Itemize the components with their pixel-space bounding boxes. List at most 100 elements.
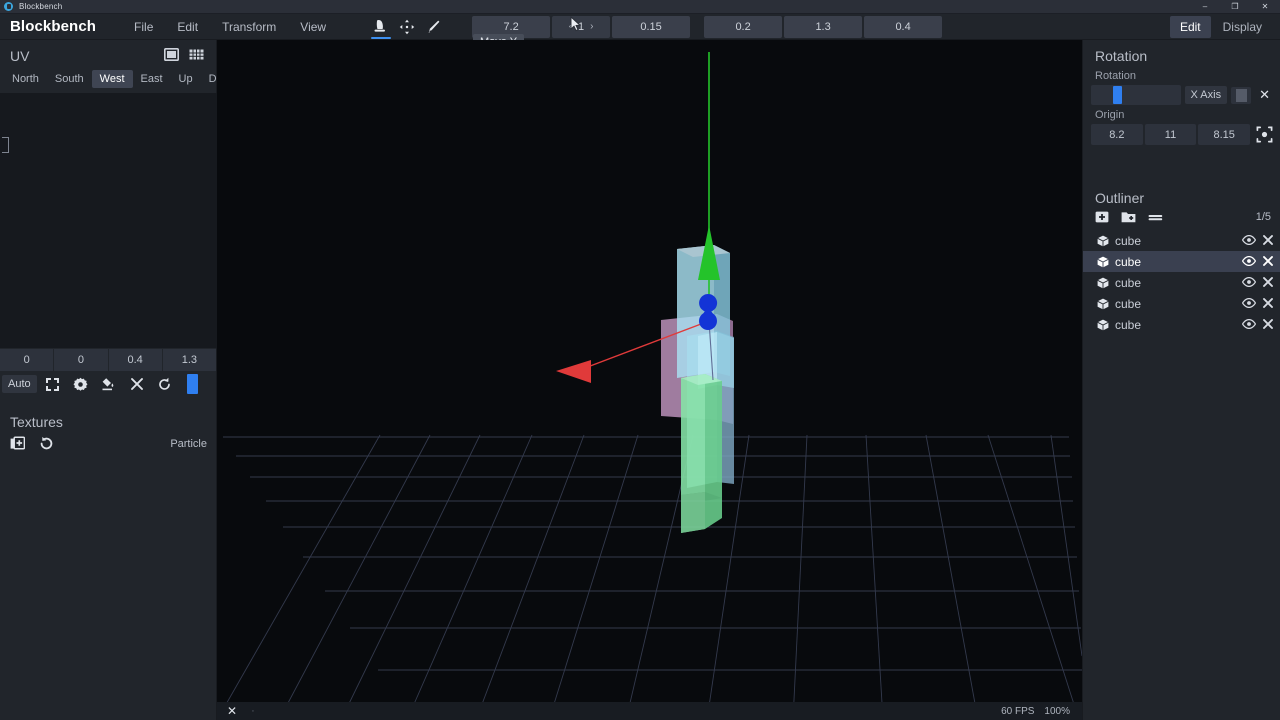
viewport-3d[interactable]: ✕ · 60 FPS 100%	[217, 40, 1082, 720]
outliner-item-2[interactable]: cube	[1083, 272, 1280, 293]
rotation-panel-title: Rotation	[1095, 48, 1148, 64]
uv-grid-icon[interactable]	[189, 48, 204, 61]
select-tool-icon[interactable]	[368, 14, 394, 40]
pivot-target-icon[interactable]	[1252, 126, 1276, 143]
uv-frame-icon[interactable]	[164, 47, 179, 61]
viewport-close-icon[interactable]: ✕	[227, 704, 237, 718]
clear-uv-icon[interactable]	[123, 372, 151, 396]
toolbar-frame-stepper[interactable]: ‹ 1 ›	[552, 15, 611, 38]
rotation-slider[interactable]	[1091, 85, 1181, 105]
cube-icon	[1097, 298, 1109, 310]
face-tab-up[interactable]: Up	[171, 70, 201, 88]
outliner-item-label: cube	[1115, 296, 1142, 311]
brush-tool-icon[interactable]	[420, 14, 446, 40]
toolbar-field-5[interactable]: 0.4	[864, 15, 943, 38]
face-tab-west[interactable]: West	[91, 70, 133, 88]
uv-canvas[interactable]	[0, 93, 217, 348]
fit-uv-icon[interactable]	[39, 372, 67, 396]
viewport-background	[217, 40, 1082, 720]
origin-label: Origin	[1095, 109, 1125, 121]
rotation-axis-button[interactable]: X Axis	[1184, 86, 1228, 104]
os-titlebar: Blockbench – ❐ ✕	[0, 0, 1280, 14]
os-window-title: Blockbench	[19, 2, 63, 11]
menubar: Blockbench File Edit Transform View 7.2 …	[0, 14, 1280, 40]
move-tool-icon[interactable]	[394, 14, 420, 40]
remove-x-icon[interactable]	[1263, 318, 1273, 332]
origin-field-y[interactable]: 11	[1144, 124, 1197, 145]
outliner-toolbar: 1/5	[1083, 208, 1280, 226]
close-button[interactable]: ✕	[1250, 0, 1280, 14]
uv-field-y2[interactable]: 1.3	[162, 349, 216, 371]
uv-coordinate-fields: 0 0 0.4 1.3	[0, 349, 217, 371]
textures-toolbar: Particle	[0, 434, 217, 451]
maximize-button[interactable]: ❐	[1220, 0, 1250, 14]
menu-item-file[interactable]: File	[122, 16, 165, 38]
toolbar-field-3[interactable]: 0.2	[704, 15, 783, 38]
visibility-eye-icon[interactable]	[1241, 297, 1257, 311]
rotation-clear-button[interactable]: ✕	[1255, 87, 1274, 103]
add-cube-icon[interactable]	[1095, 210, 1109, 224]
rotation-slider-knob[interactable]	[1113, 86, 1122, 104]
paint-bucket-icon[interactable]	[95, 372, 123, 396]
viewport-canvas	[217, 40, 1082, 720]
face-tab-east[interactable]: East	[133, 70, 171, 88]
viewport-status-dot: ·	[251, 705, 255, 717]
toolbar-field-2[interactable]: 0.15	[612, 15, 691, 38]
outliner-panel: Outliner 1/5 cube cube cube cube cube	[1083, 182, 1280, 335]
stepper-next-icon[interactable]: ›	[584, 21, 599, 32]
gear-icon[interactable]	[67, 372, 95, 396]
collapse-all-icon[interactable]	[1148, 210, 1163, 224]
visibility-eye-icon[interactable]	[1241, 234, 1257, 248]
outliner-item-0[interactable]: cube	[1083, 230, 1280, 251]
rotate-uv-icon[interactable]	[151, 372, 179, 396]
uv-field-y1[interactable]: 0	[54, 349, 108, 371]
outliner-item-actions	[1241, 297, 1273, 311]
tab-edit[interactable]: Edit	[1169, 15, 1211, 38]
uv-selection-marker	[2, 137, 9, 153]
fps-counter: 60 FPS	[1001, 705, 1035, 717]
mouse-cursor-icon	[569, 15, 583, 32]
blockbench-window: Blockbench – ❐ ✕ Blockbench File Edit Tr…	[0, 0, 1280, 720]
remove-x-icon[interactable]	[1263, 276, 1273, 290]
add-group-icon[interactable]	[1121, 210, 1136, 224]
uv-color-swatch[interactable]	[179, 372, 207, 396]
outliner-title: Outliner	[1095, 190, 1145, 206]
add-texture-icon[interactable]	[10, 436, 25, 451]
uv-field-x2[interactable]: 0.4	[108, 349, 162, 371]
uv-header-icons	[164, 47, 216, 61]
outliner-item-1[interactable]: cube	[1083, 251, 1280, 272]
app-logo-icon	[4, 2, 13, 11]
remove-x-icon[interactable]	[1263, 234, 1273, 248]
reload-textures-icon[interactable]	[39, 436, 54, 451]
visibility-eye-icon[interactable]	[1241, 318, 1257, 332]
rotation-controls: X Axis ✕	[1083, 85, 1280, 105]
menu-list: File Edit Transform View	[122, 16, 338, 38]
menu-item-view[interactable]: View	[288, 16, 338, 38]
cube-icon	[1097, 277, 1109, 289]
uv-auto-button[interactable]: Auto	[2, 375, 37, 393]
visibility-eye-icon[interactable]	[1241, 255, 1257, 269]
outliner-item-3[interactable]: cube	[1083, 293, 1280, 314]
workspace-mode-tabs: Edit Display	[1169, 15, 1272, 38]
tool-mode-icons	[368, 14, 446, 40]
toolbar-field-4[interactable]: 1.3	[784, 15, 863, 38]
outliner-item-4[interactable]: cube	[1083, 314, 1280, 335]
tab-display[interactable]: Display	[1213, 16, 1272, 38]
menu-item-edit[interactable]: Edit	[165, 16, 210, 38]
outliner-list: cube cube cube cube cube	[1083, 230, 1280, 335]
face-tab-north[interactable]: North	[4, 70, 47, 88]
cube-icon	[1097, 256, 1109, 268]
visibility-eye-icon[interactable]	[1241, 276, 1257, 290]
origin-field-z[interactable]: 8.15	[1198, 124, 1251, 145]
menu-item-transform[interactable]: Transform	[210, 16, 288, 38]
uv-face-tabs: North South West East Up Down	[0, 70, 237, 88]
rotation-axis-swatch[interactable]	[1231, 86, 1252, 104]
origin-field-x[interactable]: 8.2	[1091, 124, 1143, 145]
remove-x-icon[interactable]	[1263, 255, 1273, 269]
face-tab-south[interactable]: South	[47, 70, 92, 88]
outliner-item-actions	[1241, 318, 1273, 332]
remove-x-icon[interactable]	[1263, 297, 1273, 311]
uv-field-x1[interactable]: 0	[0, 349, 54, 371]
rotation-subtitle: Rotation	[1095, 70, 1136, 82]
minimize-button[interactable]: –	[1190, 0, 1220, 14]
